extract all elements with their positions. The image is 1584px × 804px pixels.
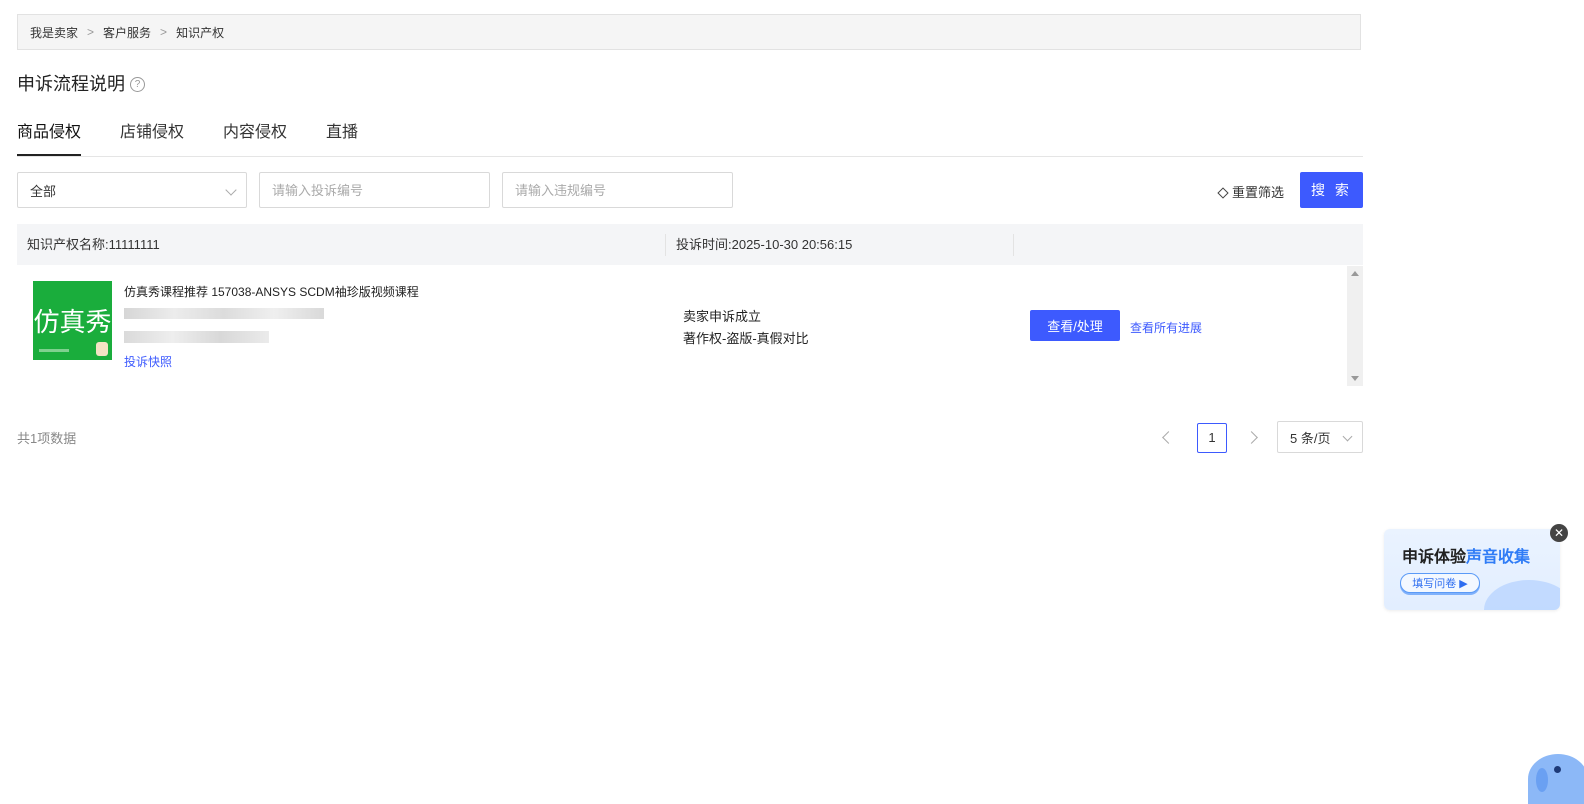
page-title: 申诉流程说明 ? [17,70,145,96]
complaint-snapshot-link[interactable]: 投诉快照 [124,353,172,370]
eraser-icon [1217,187,1229,199]
tab-store-infringement[interactable]: 店铺侵权 [120,118,184,155]
thumbnail-figure [96,342,108,356]
breadcrumb-separator: > [160,25,168,39]
banner-decoration [1484,580,1560,610]
appeal-status: 卖家申诉成立 著作权-盗版-真假对比 [683,306,809,350]
status-reason: 著作权-盗版-真假对比 [683,331,809,346]
total-count: 共1项数据 [17,431,77,446]
complaint-number-input[interactable] [259,172,490,208]
tabs: 商品侵权 店铺侵权 内容侵权 直播 [17,118,1363,157]
chevron-down-icon [1342,431,1353,442]
thumbnail-logo-text: 仿真秀 [33,307,112,337]
scroll-up-icon[interactable] [1351,271,1359,276]
tab-product-infringement[interactable]: 商品侵权 [17,118,82,156]
product-title[interactable]: 仿真秀课程推荐 157038-ANSYS SCDM袖珍版视频课程 [124,283,419,300]
violation-number-input[interactable] [502,172,733,208]
breadcrumb-item-customer-service[interactable]: 客户服务 [103,24,151,41]
product-thumbnail[interactable]: 仿真秀 [33,281,112,360]
breadcrumb-item-seller[interactable]: 我是卖家 [30,24,78,41]
redacted-info [124,331,269,343]
tab-live-stream[interactable]: 直播 [326,118,358,155]
row-scrollbar[interactable] [1347,266,1363,386]
chevron-left-icon[interactable] [1162,431,1175,444]
table-row: 仿真秀 仿真秀课程推荐 157038-ANSYS SCDM袖珍版视频课程 投诉快… [17,266,1363,386]
status-select[interactable]: 全部 [17,172,247,208]
page-number[interactable]: 1 [1197,422,1227,453]
survey-title-part2: 声音收集 [1466,549,1531,566]
close-icon[interactable]: ✕ [1550,524,1568,542]
record-header: 知识产权名称:11111111 投诉时间:2025-10-30 20:56:15 [17,224,1363,265]
breadcrumb-item-ip: 知识产权 [176,25,225,40]
scroll-down-icon[interactable] [1351,376,1359,381]
survey-banner[interactable]: 申诉体验声音收集 填写问卷 ▶ [1384,529,1560,610]
column-divider [1013,234,1014,256]
page-title-text: 申诉流程说明 [17,74,125,94]
chevron-right-icon[interactable] [1245,431,1258,444]
thumbnail-decoration [39,349,69,352]
tab-content-infringement[interactable]: 内容侵权 [223,118,287,155]
filter-bar: 全部 重置筛选 搜 索 [17,172,1363,208]
view-handle-button[interactable]: 查看/处理 [1030,310,1120,341]
assistant-mascot-icon[interactable] [1528,754,1584,804]
reset-filters-button[interactable]: 重置筛选 [1217,182,1285,201]
status-select-value: 全部 [30,183,57,199]
search-button[interactable]: 搜 索 [1300,172,1363,208]
status-result: 卖家申诉成立 [683,309,762,324]
survey-banner-title: 申诉体验声音收集 [1402,543,1530,567]
page-size-select[interactable]: 5 条/页 [1277,421,1363,453]
breadcrumb-separator: > [87,25,95,39]
question-circle-icon[interactable]: ? [130,76,145,92]
pagination: 1 [1158,421,1280,454]
breadcrumb: 我是卖家 > 客户服务 > 知识产权 [17,14,1361,50]
reset-filters-label: 重置筛选 [1232,185,1285,200]
complaint-time: 投诉时间:2025-10-30 20:56:15 [676,237,853,252]
column-divider [665,234,666,256]
view-all-progress-link[interactable]: 查看所有进展 [1130,319,1202,336]
chevron-down-icon [225,184,237,196]
fill-survey-button[interactable]: 填写问卷 ▶ [1400,573,1480,593]
redacted-info [124,308,324,319]
survey-title-part1: 申诉体验 [1402,549,1467,566]
page-size-value: 5 条/页 [1290,430,1331,446]
ip-name: 知识产权名称:11111111 [27,237,160,252]
